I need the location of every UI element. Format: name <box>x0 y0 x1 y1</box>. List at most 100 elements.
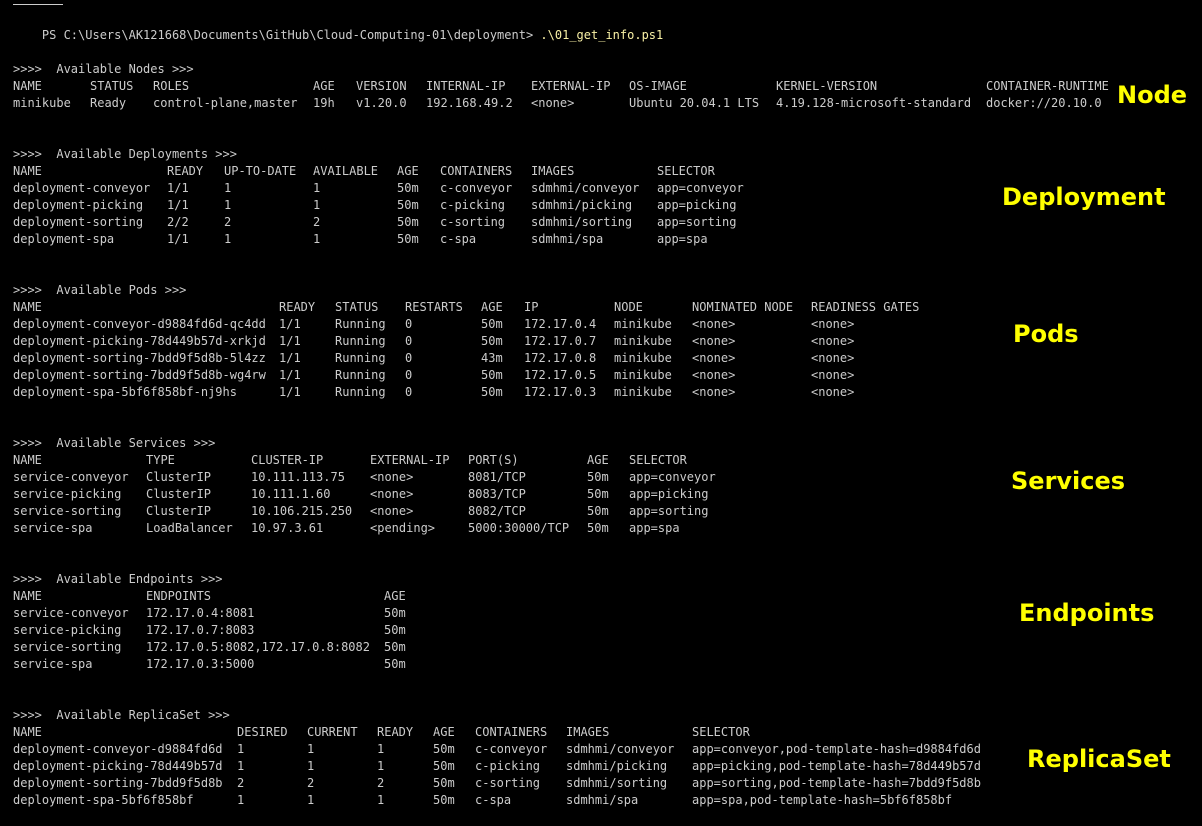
table-cell: 0 <box>405 334 413 348</box>
column-header: IMAGES <box>531 164 575 178</box>
table-cell: c-spa <box>440 232 477 246</box>
column-header: AGE <box>397 164 419 178</box>
table-cell: 1 <box>377 793 385 807</box>
column-header: KERNEL-VERSION <box>776 79 878 93</box>
table-cell: <none> <box>811 351 855 365</box>
table-cell: minikube <box>614 334 672 348</box>
table-cell: 8081/TCP <box>468 470 526 484</box>
table-cell: <none> <box>692 351 736 365</box>
table-cell: minikube <box>13 96 71 110</box>
table-cell: c-picking <box>475 759 541 773</box>
table-cell: 50m <box>384 657 406 671</box>
table-cell: <none> <box>692 334 736 348</box>
table-cell: <none> <box>370 504 414 518</box>
table-cell: 1/1 <box>279 351 301 365</box>
table-cell: sdmhmi/conveyor <box>566 742 675 756</box>
column-header: IP <box>524 300 539 314</box>
section-annotation-label: Deployment <box>1002 183 1166 211</box>
table-cell: minikube <box>614 317 672 331</box>
table-cell: deployment-sorting <box>13 215 144 229</box>
table-cell: 10.111.113.75 <box>251 470 345 484</box>
table-cell: 1/1 <box>279 368 301 382</box>
table-cell: 50m <box>481 317 503 331</box>
table-cell: sdmhmi/spa <box>531 232 604 246</box>
column-header: NAME <box>13 300 42 314</box>
table-cell: 50m <box>587 504 609 518</box>
table-cell: 2/2 <box>167 215 189 229</box>
table-cell: deployment-picking-78d449b57d-xrkjd <box>13 334 266 348</box>
table-cell: 1 <box>313 232 321 246</box>
table-cell: 1/1 <box>279 385 301 399</box>
column-header: CONTAINER-RUNTIME <box>986 79 1109 93</box>
table-cell: deployment-sorting-7bdd9f5d8b-5l4zz <box>13 351 266 365</box>
column-header: ENDPOINTS <box>146 589 212 603</box>
section-heading-text: >>>> Available Services >>> <box>13 436 216 450</box>
column-header: SELECTOR <box>692 725 750 739</box>
table-cell: 50m <box>587 521 609 535</box>
table-cell: app=conveyor <box>629 470 716 484</box>
table-cell: docker://20.10.0 <box>986 96 1102 110</box>
table-cell: service-sorting <box>13 640 122 654</box>
table-cell: 43m <box>481 351 503 365</box>
table-cell: 2 <box>224 215 232 229</box>
table-cell: deployment-sorting-7bdd9f5d8b <box>13 776 223 790</box>
column-header: STATUS <box>90 79 134 93</box>
table-cell: deployment-spa-5bf6f858bf <box>13 793 194 807</box>
scrollback-divider <box>13 4 63 5</box>
table-cell: 50m <box>481 368 503 382</box>
table-cell: service-spa <box>13 521 93 535</box>
table-cell: 1 <box>237 742 245 756</box>
section-annotation-label: Services <box>1011 467 1126 495</box>
table-cell: 1 <box>224 198 232 212</box>
column-header: OS-IMAGE <box>629 79 687 93</box>
table-cell: app=picking <box>629 487 709 501</box>
table-cell: sdmhmi/sorting <box>531 215 633 229</box>
column-header: ROLES <box>153 79 190 93</box>
column-header: AVAILABLE <box>313 164 379 178</box>
table-cell: service-conveyor <box>13 470 129 484</box>
table-cell: c-sorting <box>475 776 541 790</box>
table-cell: 192.168.49.2 <box>426 96 513 110</box>
table-cell: <none> <box>531 96 575 110</box>
table-cell: 50m <box>433 759 455 773</box>
column-header: NOMINATED NODE <box>692 300 794 314</box>
table-cell: 1/1 <box>279 334 301 348</box>
table-cell: 2 <box>307 776 315 790</box>
table-cell: 50m <box>384 606 406 620</box>
table-cell: <none> <box>370 470 414 484</box>
table-cell: 172.17.0.3 <box>524 385 597 399</box>
column-header: READY <box>279 300 316 314</box>
column-header: CLUSTER-IP <box>251 453 324 467</box>
column-header: CURRENT <box>307 725 358 739</box>
column-header: NAME <box>13 453 42 467</box>
table-cell: sdmhmi/conveyor <box>531 181 640 195</box>
table-cell: 1 <box>237 793 245 807</box>
table-cell: Running <box>335 334 386 348</box>
section-annotation-label: Node <box>1117 81 1188 109</box>
table-cell: LoadBalancer <box>146 521 233 535</box>
table-cell: service-sorting <box>13 504 122 518</box>
column-header: CONTAINERS <box>475 725 548 739</box>
table-cell: 50m <box>397 198 419 212</box>
table-cell: deployment-conveyor-d9884fd6d-qc4dd <box>13 317 266 331</box>
column-header: VERSION <box>356 79 407 93</box>
table-cell: 50m <box>481 334 503 348</box>
column-header: NODE <box>614 300 643 314</box>
table-cell: 1/1 <box>167 232 189 246</box>
column-header: READY <box>167 164 204 178</box>
table-cell: c-sorting <box>440 215 506 229</box>
table-cell: 1/1 <box>167 198 189 212</box>
column-header: NAME <box>13 589 42 603</box>
column-header: RESTARTS <box>405 300 463 314</box>
table-cell: 172.17.0.5 <box>524 368 597 382</box>
table-cell: 172.17.0.5:8082,172.17.0.8:8082 <box>146 640 370 654</box>
section-heading-text: >>>> Available Nodes >>> <box>13 62 194 76</box>
table-cell: 0 <box>405 317 413 331</box>
table-cell: 172.17.0.4:8081 <box>146 606 255 620</box>
terminal-window[interactable]: PS C:\Users\AK121668\Documents\GitHub\Cl… <box>0 0 1202 826</box>
table-cell: 1 <box>224 232 232 246</box>
table-cell: c-conveyor <box>475 742 548 756</box>
table-cell: 172.17.0.3:5000 <box>146 657 255 671</box>
table-cell: app=spa <box>657 232 708 246</box>
table-cell: 50m <box>481 385 503 399</box>
